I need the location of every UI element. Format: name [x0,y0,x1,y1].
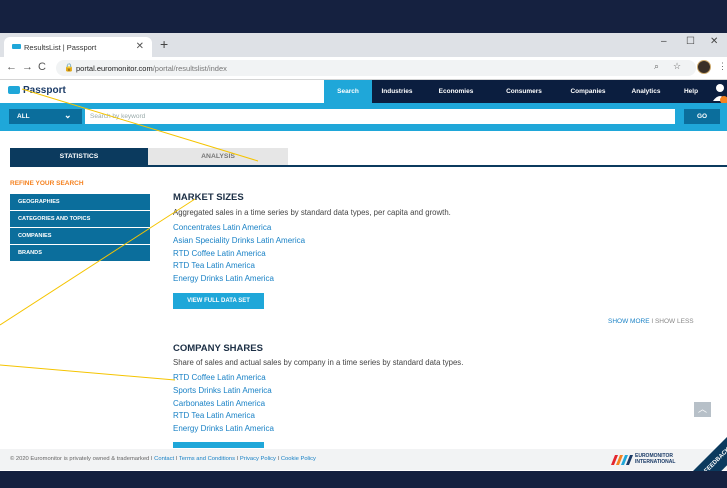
refine-sidebar: GEOGRAPHIES CATEGORIES AND TOPICS COMPAN… [10,194,150,262]
search-placeholder: Search by keyword [90,113,146,120]
forward-icon[interactable]: → [22,61,33,73]
sidebar-item-brands[interactable]: BRANDS [10,245,150,261]
show-more-less: SHOW MORE I SHOW LESS [608,318,694,325]
scroll-to-top-icon[interactable]: ︿ [694,402,711,417]
maximize-icon[interactable]: ☐ [686,36,695,47]
company-shares-title: COMPANY SHARES [173,343,263,354]
share-link-energy-drinks[interactable]: Energy Drinks Latin America [173,423,274,436]
market-link-asian-speciality[interactable]: Asian Speciality Drinks Latin America [173,235,305,248]
profile-avatar[interactable] [697,60,711,74]
tab-title: ResultsList | Passport [24,43,97,52]
browser-window: ResultsList | Passport ✕ + – ☐ ✕ ← → C 🔒… [0,33,727,471]
url-host: portal.euromonitor.com [76,64,153,73]
refine-heading: REFINE YOUR SEARCH [10,180,84,187]
new-tab-icon[interactable]: + [160,36,168,52]
url-field[interactable]: 🔒 portal.euromonitor.com/portal/resultsl… [56,60,696,76]
logo-line2: INTERNATIONAL [635,458,676,465]
market-sizes-links: Concentrates Latin America Asian Special… [173,222,305,286]
tab-analysis[interactable]: ANALYSIS [148,148,288,165]
view-full-data-set-button[interactable]: VIEW FULL DATA SET [173,293,264,309]
footer-sep: I [175,456,178,462]
passport-favicon-icon [12,44,21,49]
show-more-link[interactable]: SHOW MORE [608,318,650,325]
logo-text: Passport [23,85,66,96]
address-bar: ← → C 🔒 portal.euromonitor.com/portal/re… [0,57,727,80]
url-path: /portal/resultslist/index [152,64,227,73]
footer-sep: I [277,456,280,462]
footer-link-terms[interactable]: Terms and Conditions [179,456,235,462]
tab-statistics[interactable]: STATISTICS [10,148,148,165]
nav-companies[interactable]: Companies [560,80,616,103]
sidebar-item-geographies[interactable]: GEOGRAPHIES [10,194,150,210]
menu-kebab-icon[interactable]: ⋮ [718,61,727,72]
euromonitor-logo-icon [611,455,633,465]
footer-link-cookie[interactable]: Cookie Policy [281,456,316,462]
main-nav: Search Industries Economies Consumers Co… [324,80,727,103]
footer-link-privacy[interactable]: Privacy Policy [240,456,276,462]
market-link-rtd-coffee[interactable]: RTD Coffee Latin America [173,248,305,261]
footer-sep: I [236,456,239,462]
browser-tab[interactable]: ResultsList | Passport ✕ [4,37,152,57]
reload-icon[interactable]: C [38,61,46,73]
market-sizes-description: Aggregated sales in a time series by sta… [173,208,451,217]
share-link-sports-drinks[interactable]: Sports Drinks Latin America [173,385,274,398]
tab-underline [10,165,727,167]
search-input[interactable]: Search by keyword [85,109,675,124]
tab-close-icon[interactable]: ✕ [136,41,144,52]
share-link-rtd-coffee[interactable]: RTD Coffee Latin America [173,372,274,385]
browser-tab-bar: ResultsList | Passport ✕ + – ☐ ✕ [0,33,727,57]
nav-economies[interactable]: Economies [428,80,484,103]
nav-search[interactable]: Search [324,80,372,103]
zoom-icon[interactable]: ⌕ [654,61,659,72]
market-link-energy-drinks[interactable]: Energy Drinks Latin America [173,273,305,286]
sidebar-item-categories[interactable]: CATEGORIES AND TOPICS [10,211,150,227]
window-close-icon[interactable]: ✕ [710,36,718,47]
company-shares-description: Share of sales and actual sales by compa… [173,358,464,367]
back-icon[interactable]: ← [6,61,17,73]
passport-header: Passport Search Industries Economies Con… [0,80,727,104]
search-band: ALL ⌄ Search by keyword GO [0,103,727,131]
nav-consumers[interactable]: Consumers [496,80,552,103]
passport-logo-icon [8,86,20,94]
footer-link-contact[interactable]: Contact [154,456,174,462]
chevron-down-icon: ⌄ [64,110,72,120]
lock-icon: 🔒 [64,63,74,72]
footer-copyright: © 2020 Euromonitor is privately owned & … [10,456,150,462]
company-shares-links: RTD Coffee Latin America Sports Drinks L… [173,372,274,436]
minimize-icon[interactable]: – [661,36,667,47]
market-link-concentrates[interactable]: Concentrates Latin America [173,222,305,235]
share-link-carbonates[interactable]: Carbonates Latin America [173,398,274,411]
nav-analytics[interactable]: Analytics [620,80,672,103]
bookmark-star-icon[interactable]: ☆ [673,61,681,72]
company-view-full-data-set-button[interactable] [173,442,264,448]
nav-help[interactable]: Help [676,80,706,103]
share-link-rtd-tea[interactable]: RTD Tea Latin America [173,410,274,423]
sidebar-item-companies[interactable]: COMPANIES [10,228,150,244]
footer: © 2020 Euromonitor is privately owned & … [0,449,727,470]
search-scope-select[interactable]: ALL ⌄ [9,109,82,124]
footer-sep: I [150,456,153,462]
show-separator: I [651,318,654,325]
nav-industries[interactable]: Industries [372,80,422,103]
market-link-rtd-tea[interactable]: RTD Tea Latin America [173,260,305,273]
search-scope-value: ALL [17,113,30,120]
show-less-link[interactable]: SHOW LESS [655,318,694,325]
passport-logo[interactable]: Passport [8,85,66,96]
footer-text: © 2020 Euromonitor is privately owned & … [10,456,316,462]
market-sizes-title: MARKET SIZES [173,192,244,203]
go-button[interactable]: GO [684,109,720,124]
